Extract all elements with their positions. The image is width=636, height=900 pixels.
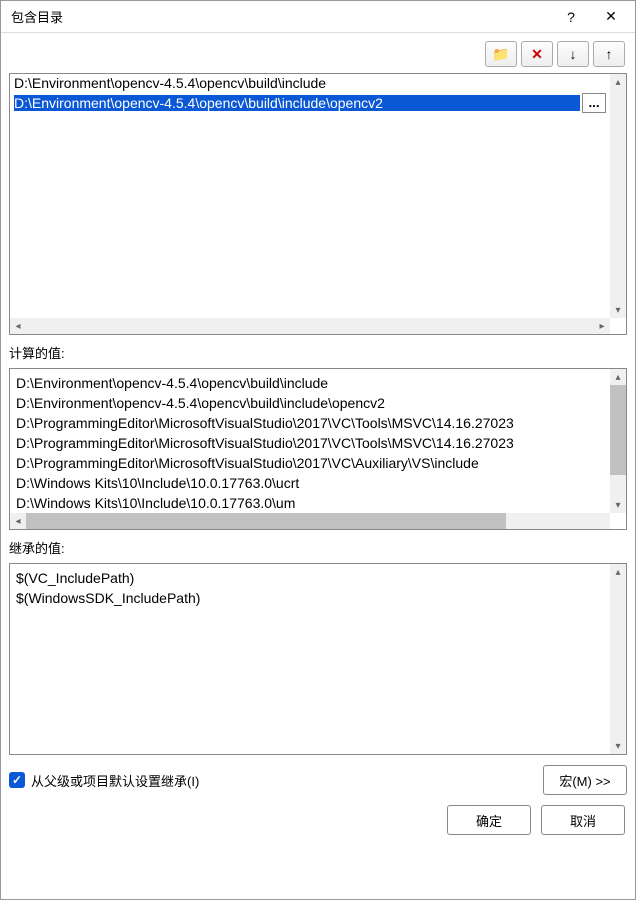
vertical-scrollbar[interactable]: ▴ ▾ — [610, 74, 626, 318]
vertical-scrollbar[interactable]: ▴ ▾ — [610, 369, 626, 513]
include-paths-editor[interactable]: D:\Environment\opencv-4.5.4\opencv\build… — [9, 73, 627, 335]
move-up-button[interactable]: ↑ — [593, 41, 625, 67]
calculated-label: 计算的值: — [9, 343, 627, 362]
folder-icon: 📁 — [492, 46, 509, 63]
list-item[interactable]: D:\Environment\opencv-4.5.4\opencv\build… — [10, 74, 610, 92]
calculated-item: D:\ProgrammingEditor\MicrosoftVisualStud… — [16, 453, 604, 473]
dialog-body: 📁 ✕ ↓ ↑ D:\Environment\opencv-4.5.4\open… — [1, 33, 635, 899]
inherit-checkbox[interactable]: ✓ — [9, 772, 25, 788]
browse-button[interactable]: ... — [582, 93, 606, 113]
arrow-up-icon: ↑ — [606, 46, 613, 62]
inherit-checkbox-label: 从父级或项目默认设置继承(I) — [31, 771, 199, 790]
scrollbar-thumb[interactable] — [26, 513, 506, 529]
scroll-left-icon: ◂ — [10, 513, 26, 529]
scroll-down-icon: ▾ — [610, 497, 626, 513]
path-text: D:\Environment\opencv-4.5.4\opencv\build… — [14, 95, 383, 111]
delete-button[interactable]: ✕ — [521, 41, 553, 67]
dialog-title: 包含目录 — [11, 7, 551, 26]
editor-toolbar: 📁 ✕ ↓ ↑ — [9, 41, 627, 67]
inherit-checkbox-wrap[interactable]: ✓ 从父级或项目默认设置继承(I) — [9, 771, 543, 790]
ok-button[interactable]: 确定 — [447, 805, 531, 835]
dialog-buttons: 确定 取消 — [9, 801, 627, 837]
inherited-label: 继承的值: — [9, 538, 627, 557]
include-paths-list: D:\Environment\opencv-4.5.4\opencv\build… — [10, 74, 610, 318]
scrollbar-thumb[interactable] — [610, 385, 626, 475]
horizontal-scrollbar[interactable]: ◂ ▸ — [10, 318, 610, 334]
path-edit-field[interactable]: D:\Environment\opencv-4.5.4\opencv\build… — [14, 95, 580, 111]
scroll-left-icon: ◂ — [10, 318, 26, 334]
scroll-down-icon: ▾ — [610, 738, 626, 754]
calculated-values-list: D:\Environment\opencv-4.5.4\opencv\build… — [10, 369, 610, 513]
options-row: ✓ 从父级或项目默认设置继承(I) 宏(M) >> — [9, 765, 627, 795]
x-icon: ✕ — [531, 46, 543, 63]
titlebar: 包含目录 ? ✕ — [1, 1, 635, 33]
macros-button[interactable]: 宏(M) >> — [543, 765, 627, 795]
list-item[interactable]: D:\Environment\opencv-4.5.4\opencv\build… — [10, 92, 610, 114]
close-button[interactable]: ✕ — [591, 3, 631, 31]
scroll-up-icon: ▴ — [610, 369, 626, 385]
path-edit-row: D:\Environment\opencv-4.5.4\opencv\build… — [14, 93, 606, 113]
vertical-scrollbar[interactable]: ▴ ▾ — [610, 564, 626, 754]
scroll-down-icon: ▾ — [610, 302, 626, 318]
inherited-values-box: $(VC_IncludePath) $(WindowsSDK_IncludePa… — [9, 563, 627, 755]
new-line-button[interactable]: 📁 — [485, 41, 517, 67]
inherited-item: $(VC_IncludePath) — [16, 568, 604, 588]
inherited-item: $(WindowsSDK_IncludePath) — [16, 588, 604, 608]
scroll-right-icon: ▸ — [594, 529, 610, 530]
calculated-item: D:\ProgrammingEditor\MicrosoftVisualStud… — [16, 433, 604, 453]
calculated-item: D:\Environment\opencv-4.5.4\opencv\build… — [16, 393, 604, 413]
move-down-button[interactable]: ↓ — [557, 41, 589, 67]
scroll-up-icon: ▴ — [610, 564, 626, 580]
cancel-button[interactable]: 取消 — [541, 805, 625, 835]
calculated-item: D:\Windows Kits\10\Include\10.0.17763.0\… — [16, 493, 604, 513]
calculated-item: D:\ProgrammingEditor\MicrosoftVisualStud… — [16, 413, 604, 433]
inherited-values-list: $(VC_IncludePath) $(WindowsSDK_IncludePa… — [10, 564, 610, 754]
path-text: D:\Environment\opencv-4.5.4\opencv\build… — [14, 75, 326, 91]
arrow-down-icon: ↓ — [570, 46, 577, 62]
scroll-up-icon: ▴ — [610, 74, 626, 90]
calculated-item: D:\Windows Kits\10\Include\10.0.17763.0\… — [16, 473, 604, 493]
calculated-values-box: D:\Environment\opencv-4.5.4\opencv\build… — [9, 368, 627, 530]
horizontal-scrollbar[interactable]: ◂ ▸ — [10, 513, 610, 529]
help-button[interactable]: ? — [551, 3, 591, 31]
scroll-right-icon: ▸ — [594, 318, 610, 334]
calculated-item: D:\Environment\opencv-4.5.4\opencv\build… — [16, 373, 604, 393]
